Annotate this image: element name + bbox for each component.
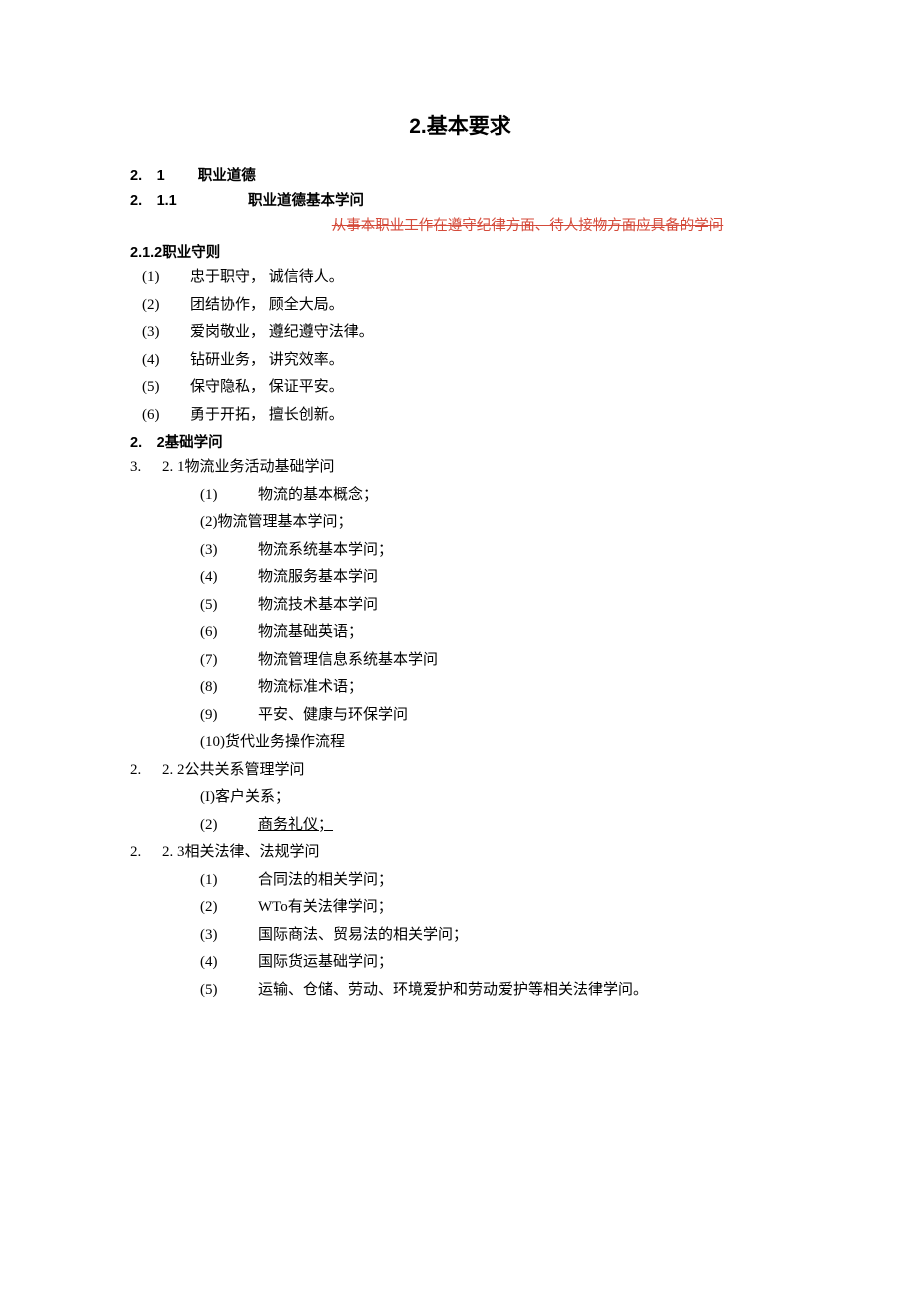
item-number: (2) [200,814,258,837]
section-2.2.1-heading: 3. 2. 1物流业务活动基础学问 [130,456,790,479]
section-2.2.3-heading: 2. 2. 3相关法律、法规学问 [130,841,790,864]
list-item: (9) 平安、健康与环保学问 [200,704,790,727]
list-item: (3) 国际商法、贸易法的相关学问； [200,924,790,947]
section-prefix: 2. [130,759,162,782]
item-text: (I)客户关系； [200,786,790,809]
rule-item: (3) 爱岗敬业， 遵纪遵守法律。 [130,321,790,344]
list-item: (8) 物流标准术语； [200,676,790,699]
rule-item: (5) 保守隐私， 保证平安。 [130,376,790,399]
section-2.1-text: 职业道德 [198,168,256,184]
item-number: (1) [200,869,258,892]
rule-number: (6) [142,404,190,427]
item-text: 国际货运基础学问； [258,951,790,974]
rule-item: (2) 团结协作， 顾全大局。 [130,294,790,317]
item-number: (5) [200,594,258,617]
list-item: (1) 合同法的相关学问； [200,869,790,892]
section-2.1.2-heading: 2.1.2职业守则 [130,241,790,262]
rule-item: (1) 忠于职守， 诚信待人。 [130,266,790,289]
item-text: 物流基础英语； [258,621,790,644]
rule-number: (2) [142,294,190,317]
section-text: 2. 2公共关系管理学问 [162,759,790,782]
list-item: (10)货代业务操作流程 [200,731,790,754]
item-text: 合同法的相关学问； [258,869,790,892]
rule-text: 保守隐私， 保证平安。 [190,376,790,399]
rule-number: (4) [142,349,190,372]
item-text: 物流系统基本学问； [258,539,790,562]
section-2.1.1-label: 职业道德基本学问 [248,189,364,210]
list-item: (5) 物流技术基本学问 [200,594,790,617]
rule-text: 勇于开拓， 擅长创新。 [190,404,790,427]
item-text: 物流技术基本学问 [258,594,790,617]
item-number: (4) [200,951,258,974]
list-item: (5) 运输、仓储、劳动、环境爱护和劳动爱护等相关法律学问。 [200,979,790,1002]
item-text: 国际商法、贸易法的相关学问； [258,924,790,947]
item-number: (8) [200,676,258,699]
rule-number: (1) [142,266,190,289]
red-strikethrough-text: 从事本职业工作在遵守纪律方面、待人接物方面应具备的学问 [265,214,790,235]
rule-item: (6) 勇于开拓， 擅长创新。 [130,404,790,427]
rule-text: 忠于职守， 诚信待人。 [190,266,790,289]
item-number: (5) [200,979,258,1002]
rule-text: 团结协作， 顾全大局。 [190,294,790,317]
rule-text: 钻研业务， 讲究效率。 [190,349,790,372]
section-2.1.1-heading: 2. 1.1 职业道德基本学问 [130,189,790,210]
section-text: 2. 3相关法律、法规学问 [162,841,790,864]
section-2.1-heading: 2. 1 职业道德 [130,164,790,185]
item-number: (2) [200,896,258,919]
item-text: 运输、仓储、劳动、环境爱护和劳动爱护等相关法律学问。 [258,979,790,1002]
section-prefix: 3. [130,456,162,479]
section-2.2.2-heading: 2. 2. 2公共关系管理学问 [130,759,790,782]
item-text: 物流的基本概念； [258,484,790,507]
list-item: (2) 商务礼仪； [200,814,790,837]
item-text: 平安、健康与环保学问 [258,704,790,727]
item-text: (10)货代业务操作流程 [200,731,790,754]
list-item: (6) 物流基础英语； [200,621,790,644]
section-2.1-label [169,168,198,184]
item-number: (9) [200,704,258,727]
item-number: (3) [200,924,258,947]
section-2.1-number: 2. 1 [130,168,165,184]
item-number: (7) [200,649,258,672]
rule-text: 爱岗敬业， 遵纪遵守法律。 [190,321,790,344]
section-2.2-heading: 2. 2基础学问 [130,431,790,452]
rule-number: (5) [142,376,190,399]
list-item: (4) 物流服务基本学问 [200,566,790,589]
item-number: (1) [200,484,258,507]
list-item: (7) 物流管理信息系统基本学问 [200,649,790,672]
rule-number: (3) [142,321,190,344]
item-text: (2)物流管理基本学问； [200,511,790,534]
section-prefix: 2. [130,841,162,864]
item-text: 物流服务基本学问 [258,566,790,589]
item-text: WTo有关法律学问； [258,896,790,919]
item-number: (4) [200,566,258,589]
rule-item: (4) 钻研业务， 讲究效率。 [130,349,790,372]
main-title: 2.基本要求 [130,110,790,140]
list-item: (2) WTo有关法律学问； [200,896,790,919]
list-item: (4) 国际货运基础学问； [200,951,790,974]
item-number: (6) [200,621,258,644]
section-2.1.1-number: 2. 1.1 [130,189,248,210]
section-text: 2. 1物流业务活动基础学问 [162,456,790,479]
list-item: (I)客户关系； [200,786,790,809]
list-item: (2)物流管理基本学问； [200,511,790,534]
item-text-underline: 商务礼仪； [258,814,790,837]
item-text: 物流管理信息系统基本学问 [258,649,790,672]
list-item: (3) 物流系统基本学问； [200,539,790,562]
list-item: (1) 物流的基本概念； [200,484,790,507]
item-text: 物流标准术语； [258,676,790,699]
item-number: (3) [200,539,258,562]
